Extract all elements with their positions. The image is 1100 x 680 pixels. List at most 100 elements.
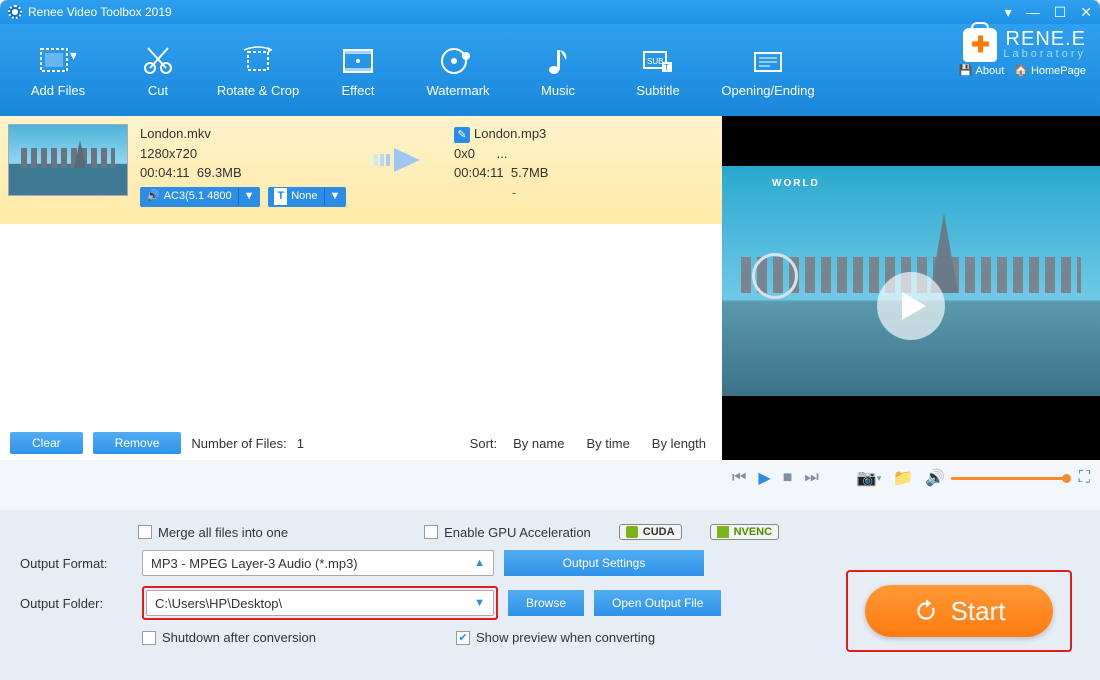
add-files-icon: ▾	[40, 43, 76, 79]
chevron-down-icon: ▼	[474, 597, 485, 609]
homepage-link[interactable]: 🏠HomePage	[1014, 64, 1086, 77]
close-icon[interactable]: ✕	[1080, 4, 1092, 21]
chevron-up-icon: ▲	[474, 557, 485, 569]
remove-button[interactable]: Remove	[93, 432, 182, 454]
subtitle-dropdown[interactable]: TNone▼	[268, 187, 346, 207]
music-button[interactable]: Music	[508, 43, 608, 98]
show-preview-checkbox[interactable]: ✔	[456, 631, 470, 645]
sort-by-time[interactable]: By time	[580, 436, 635, 451]
output-settings-button[interactable]: Output Settings	[504, 550, 704, 576]
sort-by-name[interactable]: By name	[507, 436, 570, 451]
refresh-icon	[913, 598, 939, 624]
save-icon: 💾	[959, 64, 973, 77]
maximize-icon[interactable]: ☐	[1054, 4, 1067, 21]
brand-sub: Laboratory	[1003, 48, 1086, 60]
preview-play-button[interactable]	[877, 272, 945, 340]
clear-button[interactable]: Clear	[10, 432, 83, 454]
svg-text:SUB: SUB	[647, 57, 663, 66]
rotate-crop-button[interactable]: Rotate & Crop	[208, 43, 308, 98]
tray-icon[interactable]: ▾	[1005, 4, 1012, 21]
preview-controls: ⏮ ▶ ■ ⏭ 📷▾ 📁 🔊 ⛶	[722, 460, 1100, 496]
source-filename: London.mkv	[140, 124, 350, 144]
open-folder-icon[interactable]: 📁	[893, 468, 913, 488]
stop-icon[interactable]: ■	[783, 469, 793, 487]
cut-icon	[140, 43, 176, 79]
watermark-label: Watermark	[426, 83, 489, 98]
output-folder-label: Output Folder:	[20, 596, 132, 611]
output-folder-value: C:\Users\HP\Desktop\	[155, 596, 282, 611]
svg-text:T: T	[664, 63, 669, 72]
nvenc-badge: NVENC	[710, 524, 780, 540]
rotate-crop-icon	[240, 43, 276, 79]
subtitle-icon: SUBT	[640, 43, 676, 79]
gpu-label: Enable GPU Acceleration	[444, 525, 591, 540]
home-icon: 🏠	[1014, 64, 1028, 77]
subtitle-label: Subtitle	[636, 83, 679, 98]
sort-by-length[interactable]: By length	[646, 436, 712, 451]
show-preview-label: Show preview when converting	[476, 630, 655, 645]
output-format-label: Output Format:	[20, 556, 132, 571]
app-title: Renee Video Toolbox 2019	[28, 5, 172, 19]
dest-info: ✎London.mp3 0x0 ... 00:04:11 5.7MB -	[454, 124, 574, 202]
start-button[interactable]: Start	[865, 585, 1053, 637]
shutdown-checkbox[interactable]	[142, 631, 156, 645]
music-icon	[540, 43, 576, 79]
shutdown-label: Shutdown after conversion	[162, 630, 316, 645]
start-highlight: Start	[846, 570, 1072, 652]
source-size: 69.3MB	[197, 165, 242, 180]
snapshot-icon[interactable]: 📷▾	[857, 468, 881, 488]
play-icon[interactable]: ▶	[758, 468, 770, 488]
settings-panel: Merge all files into one Enable GPU Acce…	[0, 510, 1100, 680]
audio-codec-dropdown[interactable]: 🔊AC3(5.1 4800▼	[140, 187, 260, 207]
dest-resolution: 0x0	[454, 146, 475, 161]
source-thumbnail	[8, 124, 128, 196]
watermark-icon	[440, 43, 476, 79]
open-output-button[interactable]: Open Output File	[594, 590, 721, 616]
add-files-button[interactable]: ▾ Add Files	[8, 43, 108, 98]
file-count: 1	[297, 436, 304, 451]
preview-pane: WORLD ⏮ ▶ ■ ⏭ 📷▾ 📁 🔊 ⛶	[722, 116, 1100, 496]
output-folder-highlight: C:\Users\HP\Desktop\ ▼	[142, 586, 498, 620]
app-icon	[8, 5, 22, 19]
output-folder-combo[interactable]: C:\Users\HP\Desktop\ ▼	[146, 590, 494, 616]
cut-button[interactable]: Cut	[108, 43, 208, 98]
minimize-icon[interactable]: —	[1026, 4, 1040, 21]
source-info: London.mkv 1280x720 00:04:11 69.3MB 🔊AC3…	[140, 124, 350, 207]
gpu-checkbox[interactable]	[424, 525, 438, 539]
dest-res-extra: ...	[497, 146, 508, 161]
volume-icon[interactable]: 🔊	[925, 468, 945, 488]
output-format-value: MP3 - MPEG Layer-3 Audio (*.mp3)	[151, 556, 358, 571]
rotate-crop-label: Rotate & Crop	[217, 83, 299, 98]
prev-track-icon[interactable]: ⏮	[732, 469, 746, 487]
effect-button[interactable]: Effect	[308, 43, 408, 98]
edit-output-icon[interactable]: ✎	[454, 127, 470, 143]
brand-logo-icon: ✚	[963, 28, 997, 62]
opening-ending-label: Opening/Ending	[721, 83, 814, 98]
effect-icon	[340, 43, 376, 79]
browse-button[interactable]: Browse	[508, 590, 584, 616]
output-format-combo[interactable]: MP3 - MPEG Layer-3 Audio (*.mp3) ▲	[142, 550, 494, 576]
subtitle-button[interactable]: SUBT Subtitle	[608, 43, 708, 98]
main-toolbar: ▾ Add Files Cut Rotate & Crop Effect Wat…	[0, 24, 1100, 116]
effect-label: Effect	[341, 83, 374, 98]
opening-ending-button[interactable]: Opening/Ending	[708, 43, 828, 98]
watermark-button[interactable]: Watermark	[408, 43, 508, 98]
title-bar: Renee Video Toolbox 2019 ▾ — ☐ ✕	[0, 0, 1100, 24]
volume-slider[interactable]	[951, 477, 1067, 480]
brand-name: RENE.E	[1003, 30, 1086, 48]
start-label: Start	[951, 596, 1006, 627]
source-duration: 00:04:11	[140, 165, 190, 180]
dest-duration: 00:04:11	[454, 165, 504, 180]
merge-checkbox[interactable]	[138, 525, 152, 539]
preview-tag: WORLD	[772, 178, 820, 189]
speaker-icon: 🔊	[146, 188, 160, 205]
brand-block: ✚ RENE.E Laboratory 💾About 🏠HomePage	[959, 28, 1086, 77]
cut-label: Cut	[148, 83, 168, 98]
merge-label: Merge all files into one	[158, 525, 288, 540]
convert-arrow-icon	[362, 142, 442, 178]
next-track-icon[interactable]: ⏭	[804, 469, 818, 487]
about-link[interactable]: 💾About	[959, 64, 1004, 77]
file-bar: Clear Remove Number of Files: 1 Sort: By…	[0, 426, 722, 460]
music-label: Music	[541, 83, 575, 98]
fullscreen-icon[interactable]: ⛶	[1079, 469, 1090, 487]
